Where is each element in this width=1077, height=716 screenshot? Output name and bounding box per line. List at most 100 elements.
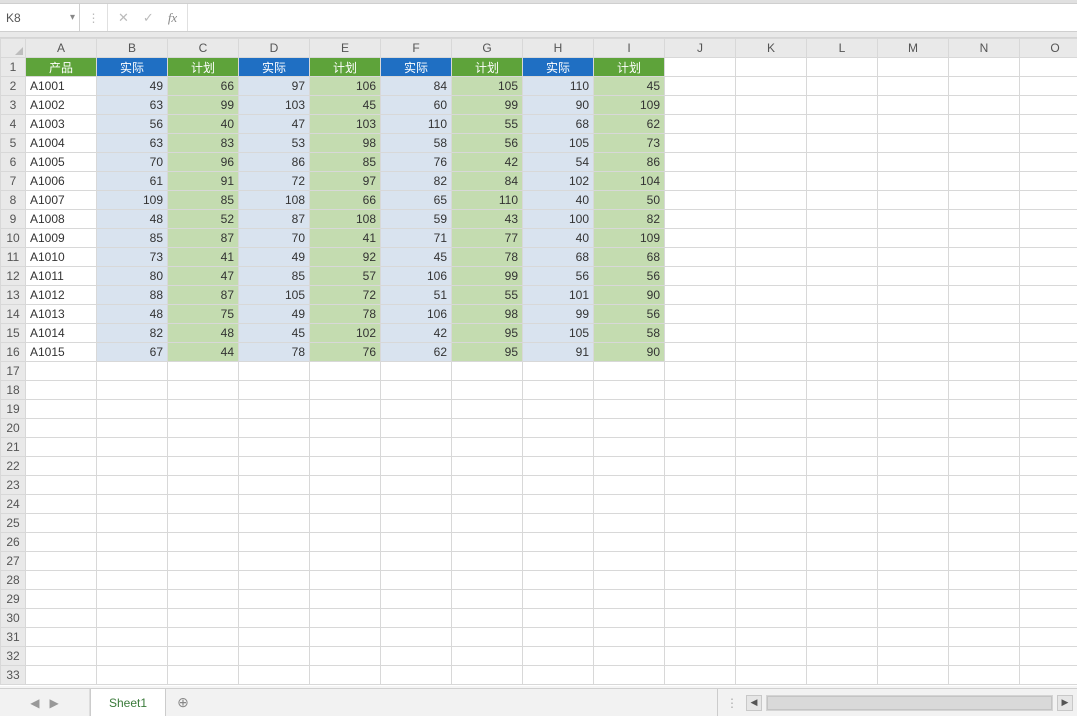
- cell-J20[interactable]: [665, 419, 736, 438]
- cell-A28[interactable]: [26, 571, 97, 590]
- cell-K11[interactable]: [736, 248, 807, 267]
- cell-J5[interactable]: [665, 134, 736, 153]
- cell-N26[interactable]: [949, 533, 1020, 552]
- cell-B30[interactable]: [97, 609, 168, 628]
- cell-J19[interactable]: [665, 400, 736, 419]
- cell-E33[interactable]: [310, 666, 381, 685]
- cell-G30[interactable]: [452, 609, 523, 628]
- cell-H28[interactable]: [523, 571, 594, 590]
- cell-O25[interactable]: [1020, 514, 1077, 533]
- cell-C10[interactable]: 87: [168, 229, 239, 248]
- cell-C12[interactable]: 47: [168, 267, 239, 286]
- cell-A19[interactable]: [26, 400, 97, 419]
- cell-K28[interactable]: [736, 571, 807, 590]
- cell-A9[interactable]: A1008: [26, 210, 97, 229]
- cell-B24[interactable]: [97, 495, 168, 514]
- cell-B21[interactable]: [97, 438, 168, 457]
- row-header-1[interactable]: 1: [1, 58, 26, 77]
- cell-D29[interactable]: [239, 590, 310, 609]
- row-header-15[interactable]: 15: [1, 324, 26, 343]
- cell-D28[interactable]: [239, 571, 310, 590]
- cell-G1[interactable]: 计划: [452, 58, 523, 77]
- cell-D8[interactable]: 108: [239, 191, 310, 210]
- cell-L5[interactable]: [807, 134, 878, 153]
- cell-K26[interactable]: [736, 533, 807, 552]
- row-header-20[interactable]: 20: [1, 419, 26, 438]
- cell-G13[interactable]: 55: [452, 286, 523, 305]
- cell-O26[interactable]: [1020, 533, 1077, 552]
- cell-H6[interactable]: 54: [523, 153, 594, 172]
- cell-A11[interactable]: A1010: [26, 248, 97, 267]
- cell-B29[interactable]: [97, 590, 168, 609]
- cell-M26[interactable]: [878, 533, 949, 552]
- cell-F4[interactable]: 110: [381, 115, 452, 134]
- cell-H19[interactable]: [523, 400, 594, 419]
- cell-F23[interactable]: [381, 476, 452, 495]
- cell-J9[interactable]: [665, 210, 736, 229]
- cell-L10[interactable]: [807, 229, 878, 248]
- cell-C6[interactable]: 96: [168, 153, 239, 172]
- row-header-26[interactable]: 26: [1, 533, 26, 552]
- cell-N10[interactable]: [949, 229, 1020, 248]
- cell-K12[interactable]: [736, 267, 807, 286]
- cell-M24[interactable]: [878, 495, 949, 514]
- cell-D32[interactable]: [239, 647, 310, 666]
- cell-M15[interactable]: [878, 324, 949, 343]
- cell-D2[interactable]: 97: [239, 77, 310, 96]
- cell-I1[interactable]: 计划: [594, 58, 665, 77]
- cell-K33[interactable]: [736, 666, 807, 685]
- sheet-tab-active[interactable]: Sheet1: [90, 689, 166, 716]
- cell-D33[interactable]: [239, 666, 310, 685]
- cell-K14[interactable]: [736, 305, 807, 324]
- cell-J27[interactable]: [665, 552, 736, 571]
- cell-F33[interactable]: [381, 666, 452, 685]
- scroll-track[interactable]: [766, 695, 1053, 711]
- cell-B15[interactable]: 82: [97, 324, 168, 343]
- cell-I16[interactable]: 90: [594, 343, 665, 362]
- cell-E14[interactable]: 78: [310, 305, 381, 324]
- cell-B27[interactable]: [97, 552, 168, 571]
- cancel-icon[interactable]: ✕: [118, 10, 129, 26]
- cell-E28[interactable]: [310, 571, 381, 590]
- cell-N18[interactable]: [949, 381, 1020, 400]
- cell-D18[interactable]: [239, 381, 310, 400]
- cell-L3[interactable]: [807, 96, 878, 115]
- cell-F17[interactable]: [381, 362, 452, 381]
- cell-M25[interactable]: [878, 514, 949, 533]
- cell-E2[interactable]: 106: [310, 77, 381, 96]
- cell-A18[interactable]: [26, 381, 97, 400]
- cell-G18[interactable]: [452, 381, 523, 400]
- cell-D12[interactable]: 85: [239, 267, 310, 286]
- cell-B13[interactable]: 88: [97, 286, 168, 305]
- cell-G7[interactable]: 84: [452, 172, 523, 191]
- cell-D16[interactable]: 78: [239, 343, 310, 362]
- cell-G4[interactable]: 55: [452, 115, 523, 134]
- cell-N32[interactable]: [949, 647, 1020, 666]
- cell-G22[interactable]: [452, 457, 523, 476]
- cell-I7[interactable]: 104: [594, 172, 665, 191]
- cell-N22[interactable]: [949, 457, 1020, 476]
- scroll-right-button[interactable]: ▶: [1057, 695, 1073, 711]
- row-header-14[interactable]: 14: [1, 305, 26, 324]
- cell-L24[interactable]: [807, 495, 878, 514]
- cell-G29[interactable]: [452, 590, 523, 609]
- cell-M2[interactable]: [878, 77, 949, 96]
- cell-O16[interactable]: [1020, 343, 1077, 362]
- cell-I27[interactable]: [594, 552, 665, 571]
- cell-H12[interactable]: 56: [523, 267, 594, 286]
- row-header-23[interactable]: 23: [1, 476, 26, 495]
- cell-J14[interactable]: [665, 305, 736, 324]
- cell-J8[interactable]: [665, 191, 736, 210]
- cell-C20[interactable]: [168, 419, 239, 438]
- cell-M6[interactable]: [878, 153, 949, 172]
- cell-E26[interactable]: [310, 533, 381, 552]
- cell-L8[interactable]: [807, 191, 878, 210]
- column-header-O[interactable]: O: [1020, 39, 1077, 58]
- cell-E17[interactable]: [310, 362, 381, 381]
- cell-D13[interactable]: 105: [239, 286, 310, 305]
- cell-M22[interactable]: [878, 457, 949, 476]
- cell-F10[interactable]: 71: [381, 229, 452, 248]
- cell-N4[interactable]: [949, 115, 1020, 134]
- cell-K29[interactable]: [736, 590, 807, 609]
- cell-I15[interactable]: 58: [594, 324, 665, 343]
